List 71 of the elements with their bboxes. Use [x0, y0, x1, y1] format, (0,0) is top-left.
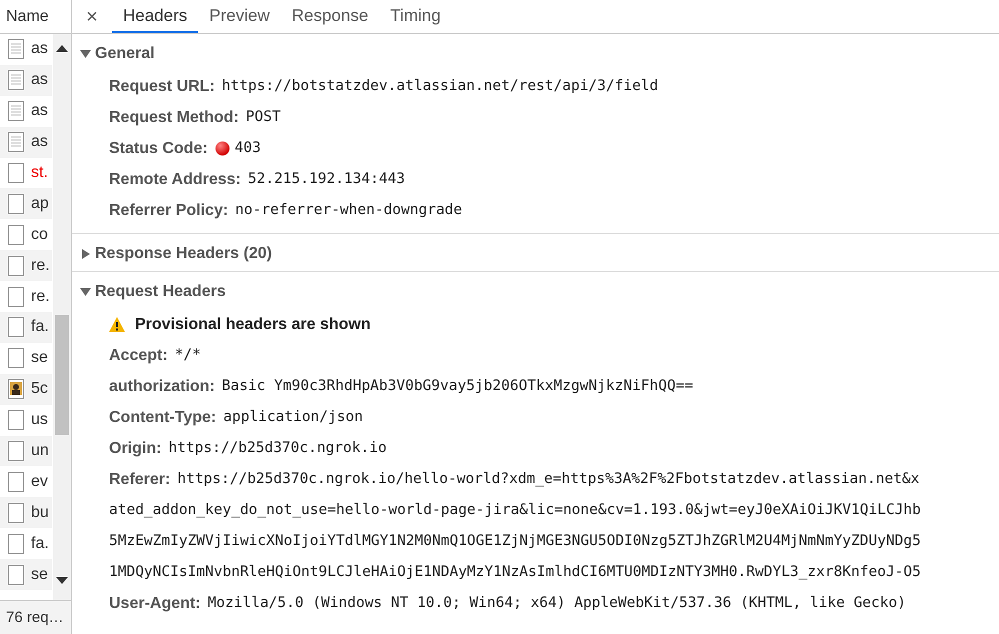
request-name[interactable]: se	[31, 346, 48, 370]
section-title[interactable]: Request Headers	[95, 280, 226, 304]
header-name: Status Code:	[109, 138, 208, 158]
scroll-down-icon[interactable]	[56, 577, 68, 584]
file-icon	[8, 564, 24, 585]
tab[interactable]: Preview	[198, 0, 281, 33]
expanded-triangle-icon[interactable]	[80, 49, 91, 59]
collapsed-triangle-icon[interactable]	[80, 249, 91, 259]
image-thumbnail-icon	[8, 379, 24, 400]
header-name: authorization:	[109, 376, 215, 396]
document-icon	[8, 39, 24, 60]
file-icon	[8, 348, 24, 368]
section-title[interactable]: General	[95, 42, 155, 66]
notice-text: Provisional headers are shown	[135, 314, 371, 334]
file-icon	[8, 194, 24, 214]
document-icon	[8, 132, 24, 152]
warning-icon	[109, 317, 125, 332]
request-name[interactable]: st.	[31, 161, 48, 185]
request-name[interactable]: fa.	[31, 532, 49, 556]
header-value: application/json	[223, 408, 363, 427]
header-value: https://b25d370c.ngrok.io	[168, 438, 387, 458]
header-name: Accept:	[109, 346, 168, 366]
header-value: 1MDQyNCIsImNvbnRleHQiOnt9LCJleHAiOjE1NDAyMzY1NzAsImlhdCI6MTU0MDIzNTY3MH0.RwDYL3_zxr8KnfeoJ-O5	[109, 562, 921, 582]
expanded-triangle-icon[interactable]	[80, 287, 91, 297]
file-icon	[8, 163, 24, 183]
file-icon	[8, 256, 24, 276]
header-value: Basic Ym90c3RhdHpAb3V0bG9vay5jb206OTkxMzgwNjkzNiFhQQ==	[222, 376, 694, 396]
document-icon	[8, 101, 24, 122]
scrollbar-thumb[interactable]	[55, 315, 69, 435]
tab[interactable]: Timing	[379, 0, 452, 33]
file-icon	[8, 317, 24, 338]
header-value: POST	[246, 108, 281, 127]
tab[interactable]: Headers	[112, 0, 198, 33]
header-name: User-Agent:	[109, 594, 201, 614]
tab[interactable]: Response	[280, 0, 380, 33]
file-icon	[8, 410, 24, 430]
header-value: https://b25d370c.ngrok.io/hello-world?xdm_e=https%3A%2F%2Fbotstatzdev.atlassian.net&x	[177, 470, 920, 489]
request-count: 76 req…	[0, 600, 71, 634]
request-name[interactable]: ev	[31, 470, 48, 494]
header-name: Content-Type:	[109, 408, 216, 428]
header-name: Referrer Policy:	[109, 200, 228, 220]
request-name[interactable]: re.	[31, 284, 50, 309]
header-value: no-referrer-when-downgrade	[235, 200, 462, 220]
request-name[interactable]: as	[31, 37, 48, 62]
file-icon	[8, 502, 24, 523]
header-value: ated_addon_key_do_not_use=hello-world-page-jira&lic=none&cv=1.193.0&jwt=eyJ0eXAiOiJKV1QiLCJhb	[109, 500, 921, 520]
file-icon	[8, 534, 24, 554]
close-button[interactable]: ×	[72, 0, 112, 33]
file-icon	[8, 441, 24, 462]
header-name: Remote Address:	[109, 170, 241, 190]
header-name: Request URL:	[109, 76, 215, 96]
document-icon	[8, 70, 24, 90]
header-value: 5MzEwZmIyZWVjIiwicXNoIjoiYTdlMGY1N2M0NmQ1OGE1ZjNjMGE3NGU5ODI0Nzg5ZTJhZGRlM2U4MjNmNmYyZDUyNDg5	[109, 532, 921, 551]
request-name[interactable]: co	[31, 222, 48, 247]
scrollbar[interactable]	[53, 34, 71, 600]
request-name[interactable]: us	[31, 408, 48, 432]
file-icon	[8, 472, 24, 492]
section-title[interactable]: Response Headers (20)	[95, 242, 272, 266]
status-dot-icon	[214, 141, 230, 156]
header-value: */*	[174, 346, 201, 365]
header-value: Mozilla/5.0 (Windows NT 10.0; Win64; x64) AppleWebKit/537.36 (KHTML, like Gecko)	[208, 594, 906, 613]
file-icon	[8, 286, 24, 307]
header-name: Referer:	[109, 470, 170, 490]
file-icon	[8, 224, 24, 245]
header-name: Origin:	[109, 438, 162, 458]
header-name: Request Method:	[109, 108, 239, 128]
header-value: https://botstatzdev.atlassian.net/rest/api/3/field	[222, 76, 658, 96]
scroll-up-icon[interactable]	[56, 45, 68, 52]
header-value: 403	[234, 138, 261, 158]
request-name[interactable]: as	[31, 99, 48, 124]
header-value: 52.215.192.134:443	[248, 170, 406, 189]
